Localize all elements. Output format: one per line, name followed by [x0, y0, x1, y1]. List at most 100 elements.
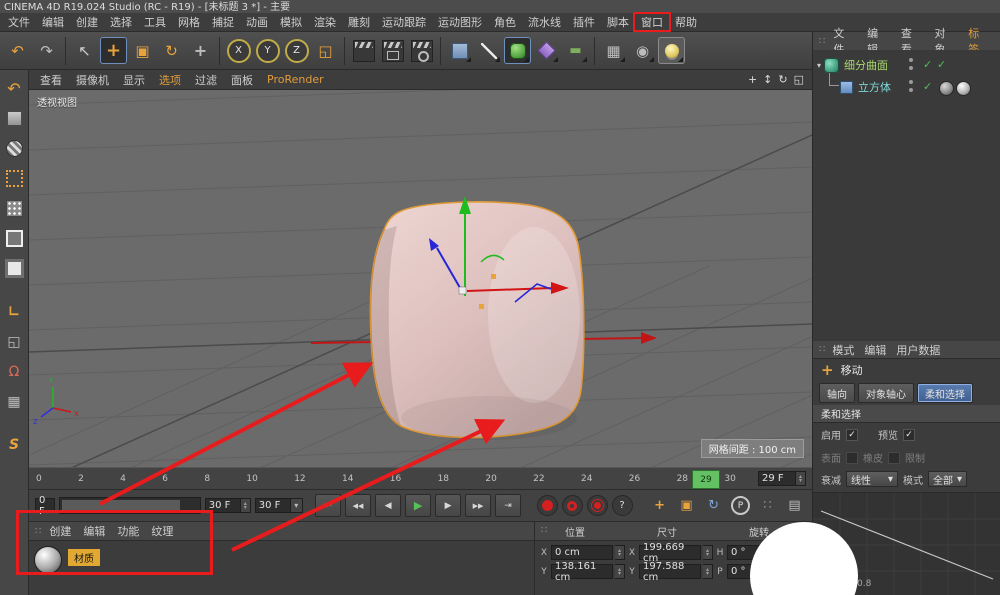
size-y-field[interactable]: 197.588 cm — [639, 564, 701, 579]
solo-mode-button[interactable]: ◱ — [2, 329, 27, 354]
spline-tool-button[interactable]: S — [2, 432, 27, 457]
axis-mode-button[interactable]: ∟ — [2, 299, 27, 324]
range-end-spinner[interactable]: ▴▾ — [241, 498, 251, 513]
frame-ruler[interactable]: 0 2 4 6 8 10 12 14 16 18 20 22 24 26 28 … — [36, 468, 736, 489]
rotation-key-button[interactable]: ↻ — [702, 495, 725, 516]
goto-start-button[interactable]: ⇤ — [315, 494, 341, 517]
am-menu-edit[interactable]: 编辑 — [859, 342, 891, 358]
zoom-view-icon[interactable]: ↕ — [763, 73, 772, 86]
timeline-ruler[interactable]: 0 2 4 6 8 10 12 14 16 18 20 22 24 26 28 … — [29, 467, 812, 490]
visibility-dots-icon[interactable] — [909, 58, 913, 72]
current-frame-marker[interactable]: 29 — [692, 470, 720, 489]
surface-checkbox[interactable] — [846, 452, 858, 464]
edges-mode-button[interactable] — [2, 226, 27, 251]
viewport-menu-filter[interactable]: 过滤 — [188, 72, 224, 88]
orbit-view-icon[interactable]: ↻ — [778, 73, 787, 86]
lock-y-axis-button[interactable]: Y — [254, 37, 281, 64]
record-options-button[interactable] — [587, 495, 608, 516]
coordinate-system-button[interactable]: ◱ — [312, 37, 339, 64]
live-selection-button[interactable]: ↖ — [71, 37, 98, 64]
workplane-mode-button[interactable] — [2, 166, 27, 191]
points-mode-button[interactable] — [2, 196, 27, 221]
menu-item-sculpt[interactable]: 雕刻 — [342, 14, 376, 30]
scale-key-button[interactable]: ▣ — [675, 495, 698, 516]
next-frame-button[interactable]: ▶ — [435, 494, 461, 517]
panel-handle-icon[interactable]: ∷ — [539, 525, 549, 536]
layout-panel-button[interactable]: ▤ — [783, 495, 806, 516]
goto-end-button[interactable]: ⇥ — [495, 494, 521, 517]
menu-item-window[interactable]: 窗口 — [635, 14, 669, 30]
redo-button[interactable]: ↷ — [33, 37, 60, 64]
menu-item-plugins[interactable]: 插件 — [567, 14, 601, 30]
render-picture-viewer-button[interactable] — [379, 37, 406, 64]
light-button[interactable] — [658, 37, 685, 64]
viewport[interactable]: Y X Z 透视视图 网格间距 : 100 cm — [29, 90, 812, 467]
primitive-cube-button[interactable] — [446, 37, 473, 64]
scale-tool-button[interactable]: ▣ — [129, 37, 156, 64]
am-menu-mode[interactable]: 模式 — [827, 342, 859, 358]
tab-object-axis[interactable]: 对象轴心 — [858, 383, 914, 403]
enabled-check-icon[interactable]: ✓ — [923, 58, 932, 71]
tab-soft-selection[interactable]: 柔和选择 — [917, 383, 973, 403]
viewport-menu-options[interactable]: 选项 — [152, 72, 188, 88]
snap-button[interactable]: Ω — [2, 359, 27, 384]
record-keyframe-button[interactable] — [537, 495, 558, 516]
object-label[interactable]: 立方体 — [858, 79, 891, 95]
prev-frame-button[interactable]: ◀ — [375, 494, 401, 517]
object-label[interactable]: 细分曲面 — [844, 57, 888, 73]
pan-view-icon[interactable]: + — [748, 73, 757, 86]
deformer-button[interactable] — [533, 37, 560, 64]
subdivision-surface-icon[interactable] — [824, 58, 839, 73]
autokey-button[interactable] — [562, 495, 583, 516]
framerate-dropdown-icon[interactable]: ▾ — [291, 498, 303, 513]
next-key-button[interactable]: ▶▶ — [465, 494, 491, 517]
maximize-view-icon[interactable]: ◱ — [794, 73, 804, 86]
panel-handle-icon[interactable]: ∷ — [817, 36, 827, 47]
menu-item-pipeline[interactable]: 流水线 — [522, 14, 567, 30]
view-type-label[interactable]: 透视视图 — [37, 94, 77, 109]
render-settings-button[interactable] — [408, 37, 435, 64]
am-menu-userdata[interactable]: 用户数据 — [891, 342, 945, 358]
falloff-dropdown[interactable]: 线性 ▾ — [846, 471, 898, 487]
object-row-subdivision[interactable]: ▾ 细分曲面 ✓ ✓ — [813, 55, 1000, 75]
lock-x-axis-button[interactable]: X — [225, 37, 252, 64]
keyframe-help-button[interactable]: ? — [612, 495, 633, 516]
enabled-check-icon[interactable]: ✓ — [923, 80, 932, 93]
undo-button[interactable]: ↶ — [4, 37, 31, 64]
position-key-button[interactable]: + — [648, 495, 671, 516]
enable-checkbox[interactable]: ✓ — [846, 429, 858, 441]
texture-mode-button[interactable] — [2, 136, 27, 161]
size-x-field[interactable]: 199.669 cm — [639, 545, 701, 560]
menu-item-tools[interactable]: 工具 — [138, 14, 172, 30]
menu-item-mesh[interactable]: 网格 — [172, 14, 206, 30]
viewport-menu-view[interactable]: 查看 — [33, 72, 69, 88]
mode-dropdown[interactable]: 全部 ▾ — [928, 471, 967, 487]
workplane-lock-button[interactable]: ▦ — [2, 389, 27, 414]
spinner[interactable]: ▴▾ — [615, 545, 625, 560]
eraser-checkbox[interactable] — [888, 452, 900, 464]
menu-item-script[interactable]: 脚本 — [601, 14, 635, 30]
menu-item-mograph[interactable]: 运动图形 — [432, 14, 488, 30]
menu-item-create[interactable]: 创建 — [70, 14, 104, 30]
make-editable-button[interactable]: ↶ — [2, 76, 27, 101]
viewport-menu-prorender[interactable]: ProRender — [260, 73, 331, 86]
menu-item-snap[interactable]: 捕捉 — [206, 14, 240, 30]
last-tool-button[interactable]: + — [187, 37, 214, 64]
menu-item-file[interactable]: 文件 — [2, 14, 36, 30]
camera-button[interactable]: ◉ — [629, 37, 656, 64]
move-tool-button[interactable]: + — [100, 37, 127, 64]
spinner[interactable]: ▴▾ — [703, 564, 713, 579]
subdivision-surface-button[interactable] — [504, 37, 531, 64]
panel-handle-icon[interactable]: ∷ — [817, 344, 827, 355]
expander-icon[interactable]: ▾ — [817, 61, 821, 70]
spinner[interactable]: ▴▾ — [703, 545, 713, 560]
lock-z-axis-button[interactable]: Z — [283, 37, 310, 64]
menu-item-render[interactable]: 渲染 — [308, 14, 342, 30]
menu-item-simulate[interactable]: 模拟 — [274, 14, 308, 30]
menu-item-help[interactable]: 帮助 — [669, 14, 703, 30]
menu-item-animate[interactable]: 动画 — [240, 14, 274, 30]
generator-check-icon[interactable]: ✓ — [937, 58, 946, 71]
model-mode-button[interactable] — [2, 106, 27, 131]
prev-key-button[interactable]: ◀◀ — [345, 494, 371, 517]
position-x-field[interactable]: 0 cm — [551, 545, 613, 560]
